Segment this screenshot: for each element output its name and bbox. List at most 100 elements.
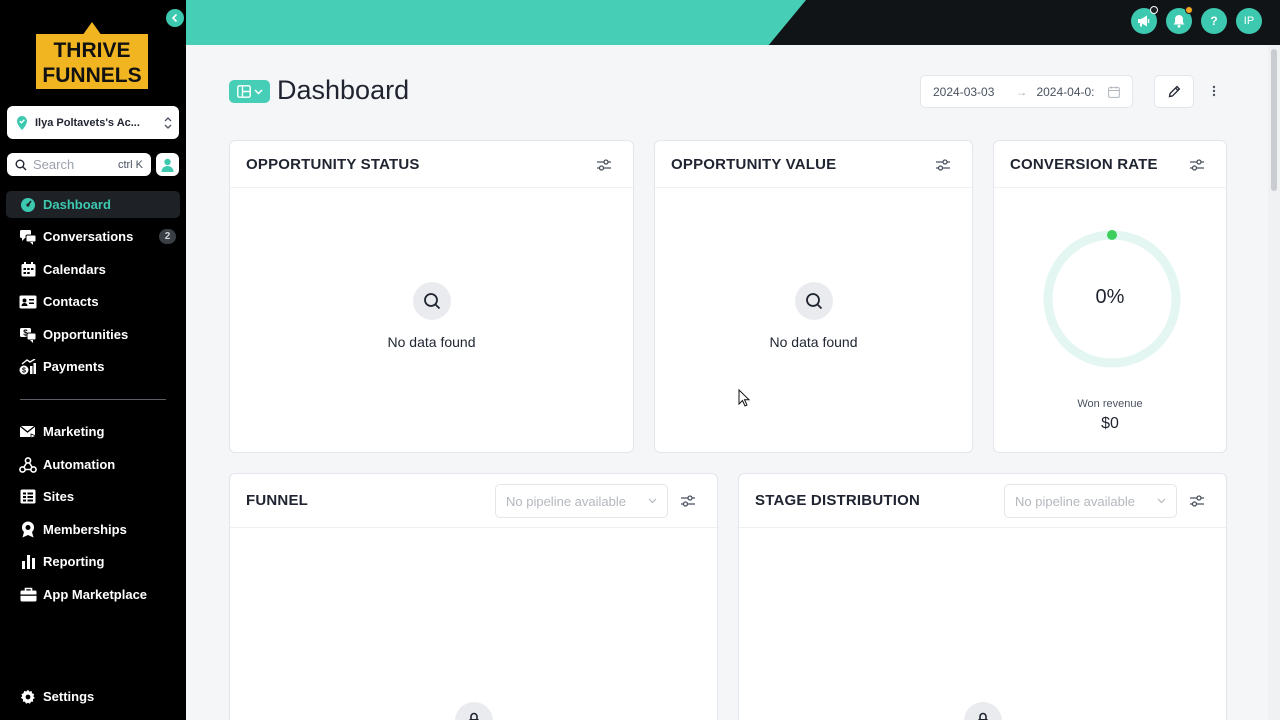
arrow-right-icon: →: [1015, 84, 1028, 99]
opportunity-status-card: OPPORTUNITY STATUS No data found: [229, 140, 634, 453]
sidebar-item-label: App Marketplace: [43, 587, 148, 602]
sidebar-item-opportunities[interactable]: $ Opportunities: [6, 321, 180, 348]
membership-badge-icon: [19, 521, 37, 538]
search-shortcut: ctrl K: [117, 158, 143, 171]
card-title: OPPORTUNITY VALUE: [671, 155, 837, 173]
help-button[interactable]: ?: [1201, 8, 1227, 34]
pipeline-select[interactable]: No pipeline available: [1004, 484, 1177, 518]
payments-chart-icon: $: [19, 358, 37, 375]
svg-text:THRIVE: THRIVE: [53, 39, 130, 62]
conversion-rate-card: CONVERSION RATE 0% Won revenue $0: [993, 140, 1227, 453]
unread-count-badge: 2: [159, 229, 176, 244]
sidebar-item-dashboard[interactable]: Dashboard: [6, 191, 180, 218]
dashboard-switcher-button[interactable]: [229, 80, 270, 103]
card-title: STAGE DISTRIBUTION: [755, 492, 920, 509]
date-range-picker[interactable]: 2024-03-03 → 2024-04-0:: [920, 75, 1133, 108]
pipeline-select-placeholder: No pipeline available: [506, 493, 626, 509]
avatar[interactable]: IP: [1236, 8, 1262, 34]
empty-state-text: No data found: [387, 334, 476, 350]
dollar-chat-icon: $: [19, 327, 37, 343]
filter-settings-icon[interactable]: [1189, 158, 1205, 172]
notification-dot: [1185, 6, 1193, 14]
empty-state: No data found: [655, 282, 972, 350]
sidebar-item-label: Reporting: [43, 554, 105, 569]
funnel-card: FUNNEL No pipeline available: [229, 473, 718, 720]
sidebar-item-settings[interactable]: Settings: [6, 683, 180, 710]
scrollbar-thumb[interactable]: [1271, 49, 1277, 191]
sidebar-item-label: Memberships: [43, 522, 127, 537]
sidebar-item-conversations[interactable]: Conversations 2: [6, 223, 180, 250]
sidebar-item-reporting[interactable]: Reporting: [6, 548, 180, 575]
gauge-indicator: [1107, 230, 1117, 240]
won-revenue-label: Won revenue: [1077, 398, 1143, 410]
sidebar-item-label: Marketing: [43, 424, 105, 439]
quick-actions-button[interactable]: [156, 153, 179, 176]
pipeline-select[interactable]: No pipeline available: [495, 484, 668, 518]
chevron-down-icon: [253, 88, 263, 95]
filter-settings-icon[interactable]: [596, 158, 612, 172]
opportunity-value-card: OPPORTUNITY VALUE No data found: [654, 140, 973, 453]
search-icon: [412, 282, 451, 320]
won-revenue-value: $0: [1101, 415, 1119, 432]
sidebar-item-memberships[interactable]: Memberships: [6, 516, 180, 543]
page-title: Dashboard: [277, 75, 410, 105]
avatar-initials: IP: [1243, 15, 1255, 27]
filter-settings-icon[interactable]: [935, 158, 951, 172]
filter-settings-icon[interactable]: [680, 494, 696, 508]
sidebar-item-calendars[interactable]: Calendars: [6, 256, 180, 283]
sidebar-item-app-marketplace[interactable]: App Marketplace: [6, 581, 180, 608]
edit-dashboard-button[interactable]: [1154, 75, 1194, 108]
announcements-button[interactable]: [1131, 6, 1158, 34]
empty-state: No data found: [230, 282, 633, 350]
search-input[interactable]: Search ctrl K: [7, 153, 151, 176]
svg-text:FUNNELS: FUNNELS: [42, 64, 141, 87]
sidebar-item-contacts[interactable]: Contacts: [6, 288, 180, 315]
card-title: OPPORTUNITY STATUS: [246, 155, 420, 173]
top-bar: ? IP: [186, 0, 1280, 45]
sidebar-item-automation[interactable]: Automation: [6, 451, 180, 478]
chevron-updown-icon: [164, 116, 172, 129]
page-scrollbar[interactable]: [1268, 45, 1280, 720]
layout-grid-icon: [236, 85, 251, 98]
lock-icon: [455, 702, 493, 720]
sidebar-item-marketing[interactable]: Marketing: [6, 418, 180, 445]
date-start[interactable]: 2024-03-03: [933, 85, 1007, 99]
bell-icon: [1173, 15, 1185, 28]
vertical-dots-icon: [1212, 85, 1216, 97]
search-icon: [15, 159, 27, 170]
card-title: CONVERSION RATE: [1010, 155, 1158, 173]
sidebar-item-sites[interactable]: Sites: [6, 483, 180, 510]
sidebar-item-label: Opportunities: [43, 327, 129, 342]
gear-icon: [19, 689, 37, 705]
top-bar-actions: ? IP: [1131, 6, 1262, 34]
help-icon: ?: [1210, 14, 1218, 28]
pipeline-select-placeholder: No pipeline available: [1015, 493, 1135, 509]
filter-settings-icon[interactable]: [1189, 494, 1205, 508]
account-switcher[interactable]: Ilya Poltavets's Ac...: [7, 106, 179, 139]
mouse-cursor-icon: [738, 389, 750, 407]
empty-state-text: No data found: [769, 334, 858, 350]
more-options-button[interactable]: [1206, 80, 1222, 102]
collapse-sidebar-button[interactable]: [166, 9, 184, 27]
sidebar-item-label: Sites: [43, 489, 75, 504]
conversion-rate-value: 0%: [1095, 286, 1125, 308]
contact-card-icon: [19, 294, 37, 310]
chat-icon: [19, 229, 37, 245]
user-icon: [161, 158, 174, 172]
notifications-button[interactable]: [1166, 6, 1193, 34]
sidebar-item-payments[interactable]: $ Payments: [6, 353, 180, 380]
location-pin-icon: [17, 115, 27, 130]
bar-chart-icon: [19, 554, 37, 570]
card-header: OPPORTUNITY VALUE: [655, 141, 972, 188]
sidebar-item-label: Settings: [43, 689, 95, 704]
sidebar-item-label: Contacts: [43, 294, 99, 309]
sidebar-item-label: Payments: [43, 359, 105, 374]
notification-dot: [1150, 6, 1158, 14]
sidebar: THRIVE FUNNELS Ilya Poltavets's Ac... Se…: [0, 0, 186, 720]
sidebar-item-label: Automation: [43, 457, 116, 472]
lock-icon: [964, 702, 1002, 720]
thrive-funnels-logo[interactable]: THRIVE FUNNELS: [36, 20, 148, 89]
account-name: Ilya Poltavets's Ac...: [35, 116, 140, 129]
chevron-down-icon: [1157, 498, 1166, 504]
date-end[interactable]: 2024-04-0:: [1036, 85, 1106, 99]
